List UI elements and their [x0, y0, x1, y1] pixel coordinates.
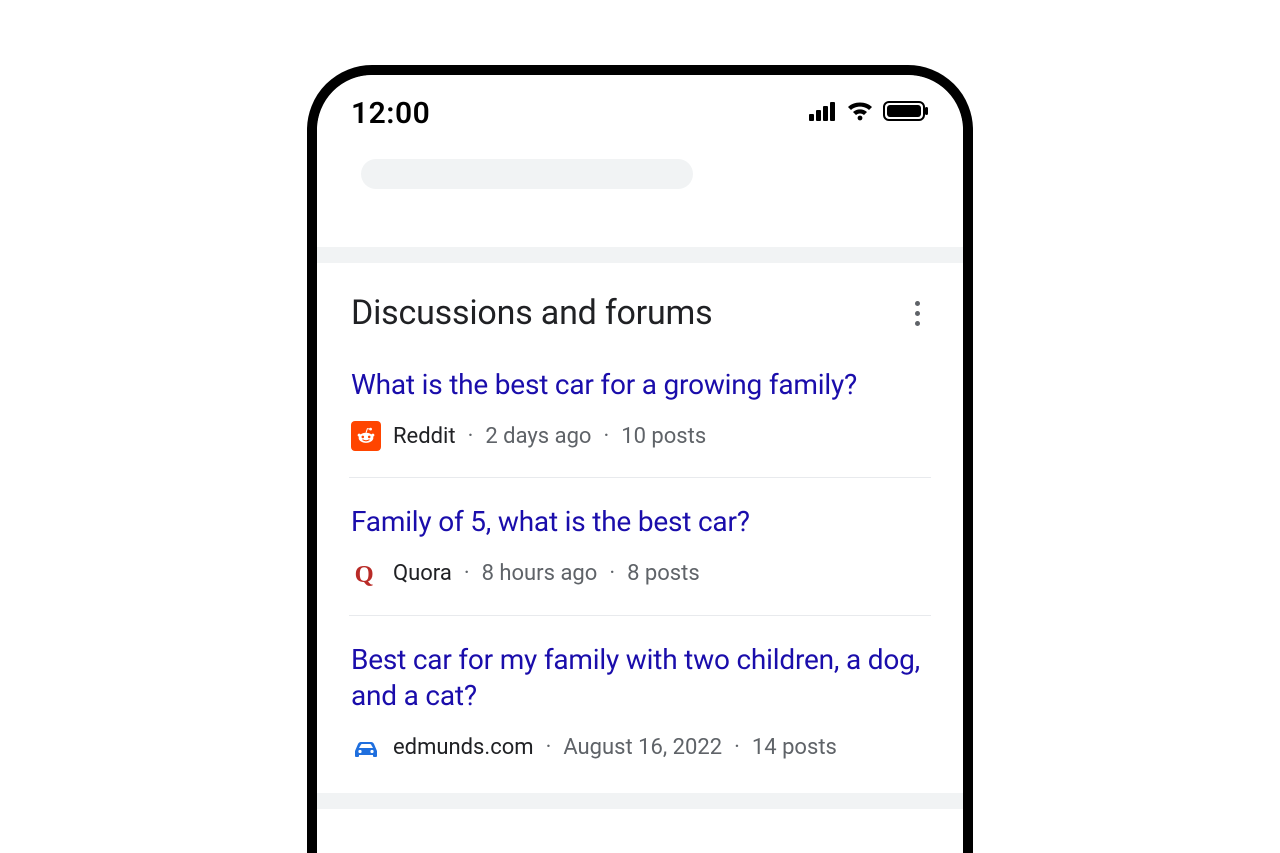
result-meta: edmunds.com · August 16, 2022 · 14 posts — [351, 733, 929, 763]
result-post-count: 8 posts — [627, 561, 700, 586]
phone-screen: 12:00 — [317, 75, 963, 853]
meta-separator: · — [546, 735, 552, 760]
meta-separator: · — [603, 424, 609, 449]
status-clock: 12:00 — [351, 96, 430, 131]
wifi-icon — [847, 101, 873, 125]
result-title-link[interactable]: What is the best car for a growing famil… — [351, 367, 929, 403]
status-icons — [809, 101, 929, 125]
result-post-count: 14 posts — [752, 735, 837, 760]
edmunds-icon — [351, 733, 381, 763]
result-source: edmunds.com — [393, 735, 534, 760]
result-title-link[interactable]: Family of 5, what is the best car? — [351, 504, 929, 540]
result-item[interactable]: Family of 5, what is the best car? Q Quo… — [349, 477, 931, 614]
status-bar: 12:00 — [317, 75, 963, 135]
search-area — [317, 135, 963, 247]
battery-icon — [883, 101, 929, 125]
svg-text:Q: Q — [355, 561, 374, 588]
meta-separator: · — [734, 735, 740, 760]
result-item[interactable]: Best car for my family with two children… — [349, 615, 931, 789]
result-age: August 16, 2022 — [563, 735, 722, 760]
stage: 12:00 — [0, 0, 1280, 853]
quora-icon: Q — [351, 559, 381, 589]
result-source: Quora — [393, 561, 452, 586]
cellular-icon — [809, 101, 837, 125]
result-post-count: 10 posts — [621, 424, 706, 449]
result-age: 2 days ago — [485, 424, 591, 449]
result-title-link[interactable]: Best car for my family with two children… — [351, 642, 929, 715]
result-age: 8 hours ago — [482, 561, 598, 586]
result-source: Reddit — [393, 424, 456, 449]
section-title: Discussions and forums — [351, 293, 713, 333]
section-divider — [317, 247, 963, 263]
meta-separator: · — [609, 561, 615, 586]
discussions-section: Discussions and forums What is the best … — [317, 263, 963, 789]
phone-frame: 12:00 — [307, 65, 973, 853]
meta-separator: · — [468, 424, 474, 449]
search-skeleton — [361, 159, 693, 189]
meta-separator: · — [464, 561, 470, 586]
result-item[interactable]: What is the best car for a growing famil… — [349, 361, 931, 477]
reddit-icon — [351, 421, 381, 451]
more-options-button[interactable] — [905, 297, 929, 330]
result-meta: Q Quora · 8 hours ago · 8 posts — [351, 559, 929, 589]
section-header: Discussions and forums — [349, 293, 931, 333]
section-divider — [317, 793, 963, 809]
result-meta: Reddit · 2 days ago · 10 posts — [351, 421, 929, 451]
